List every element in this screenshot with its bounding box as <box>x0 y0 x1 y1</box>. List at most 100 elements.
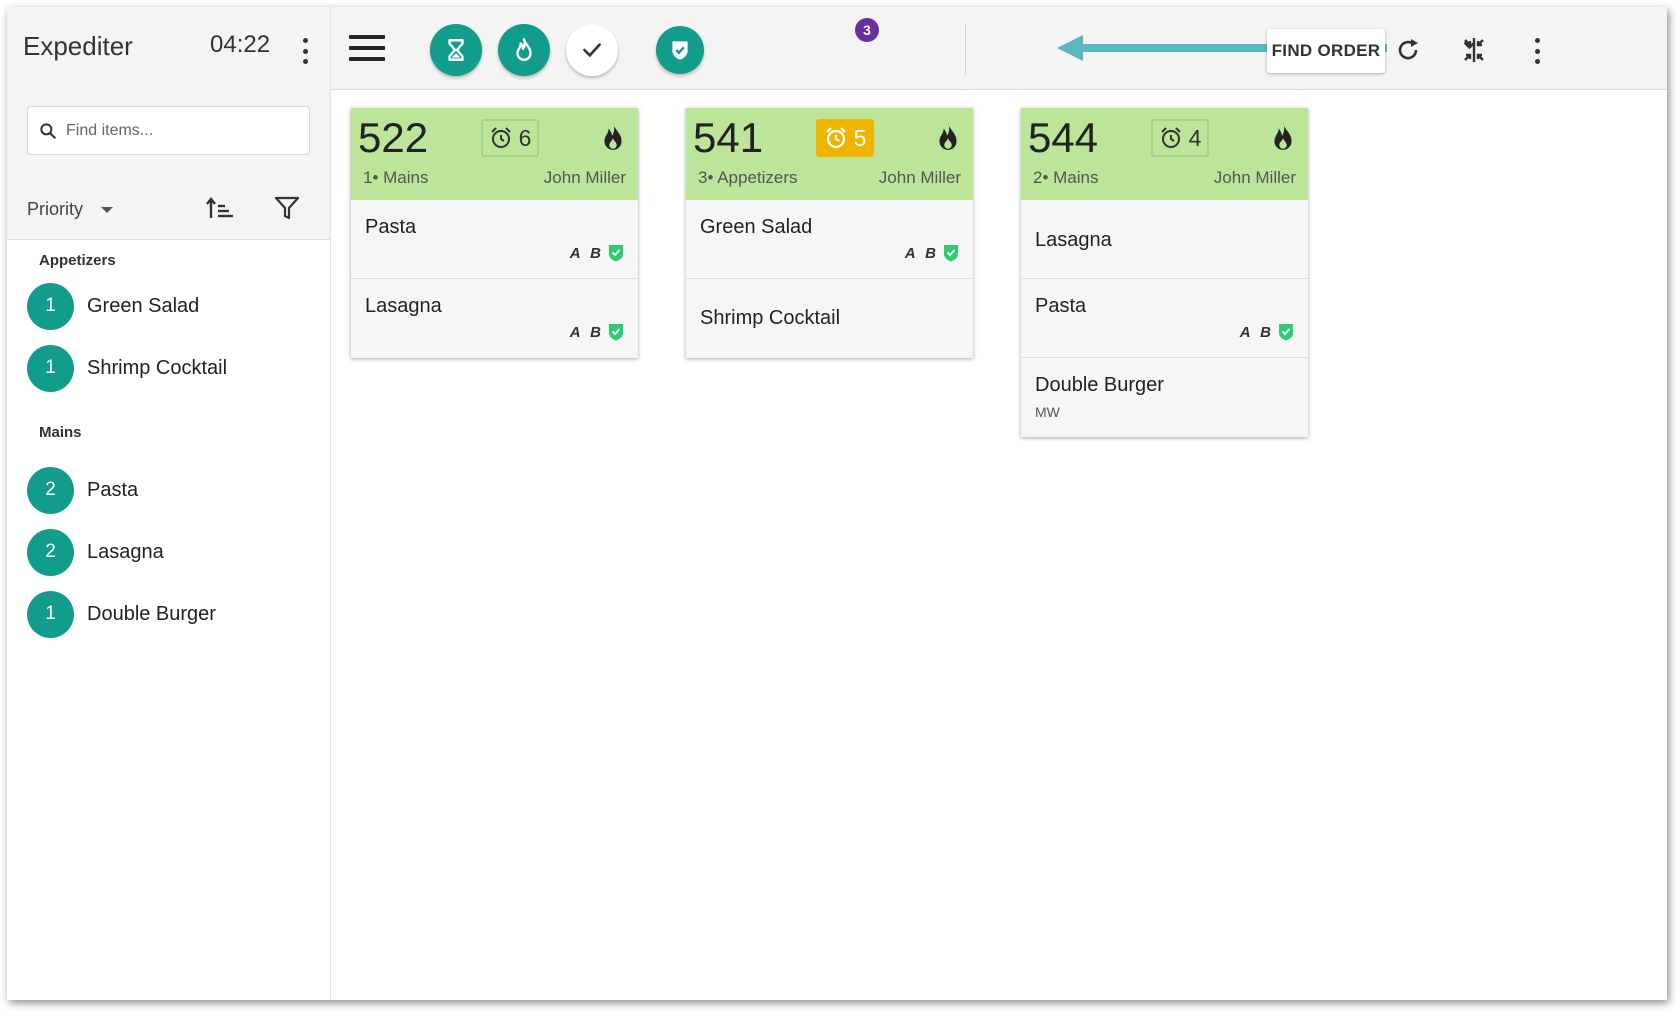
order-course: 3• Appetizers <box>698 168 798 187</box>
line-item-name: Lasagna <box>1035 229 1112 251</box>
app-title: Expediter <box>23 31 133 61</box>
order-card[interactable]: 544 4 2• Mains John Miller Lasagna Pasta… <box>1021 108 1308 437</box>
fired-view-button[interactable] <box>498 24 550 76</box>
list-item[interactable]: 2 Pasta <box>7 459 330 521</box>
order-number: 522 <box>358 114 429 161</box>
refresh-icon[interactable] <box>1395 37 1421 63</box>
collapse-icon[interactable] <box>1461 37 1487 63</box>
line-item-modifier: MW <box>1035 404 1060 420</box>
item-label: Pasta <box>87 478 139 501</box>
search-box[interactable] <box>27 106 310 155</box>
item-count: 1 <box>27 344 74 392</box>
list-item[interactable]: 2 Lasagna <box>7 521 330 583</box>
order-timer: 4 <box>1151 119 1209 157</box>
order-course: 2• Mains <box>1033 168 1099 187</box>
line-item-name: Lasagna <box>365 295 442 317</box>
order-server: John Miller <box>878 168 961 187</box>
order-number: 541 <box>693 114 764 161</box>
search-input[interactable] <box>66 121 296 140</box>
seat-tags: A B <box>569 323 604 341</box>
sort-dropdown[interactable]: Priority <box>27 199 114 220</box>
list-item[interactable]: 1 Green Salad <box>7 275 330 337</box>
sidebar-header: Expediter 04:22 Priority <box>7 7 330 240</box>
chevron-down-icon <box>101 206 114 213</box>
hamburger-menu-icon[interactable] <box>349 35 385 61</box>
timer-value: 6 <box>518 124 532 151</box>
flame-icon <box>1274 123 1292 150</box>
order-line-item[interactable]: Green Salad A B <box>686 200 973 279</box>
line-item-tags: A B <box>570 323 624 341</box>
app-window: Expediter 04:22 Priority <box>7 7 1667 1000</box>
order-number: 544 <box>1028 114 1099 161</box>
order-line-item[interactable]: Shrimp Cocktail <box>686 279 973 358</box>
timer-value: 5 <box>853 124 867 151</box>
item-count: 2 <box>27 466 74 514</box>
filter-icon[interactable] <box>274 195 300 221</box>
line-item-name: Pasta <box>1035 295 1087 317</box>
order-card[interactable]: 522 6 1• Mains John Miller Pasta A B Las… <box>351 108 638 358</box>
line-item-tags: A B <box>905 244 959 262</box>
item-label: Lasagna <box>87 540 164 563</box>
order-card-header[interactable]: 544 4 2• Mains John Miller <box>1021 108 1308 200</box>
checkmark-icon <box>583 43 601 58</box>
list-item[interactable]: 1 Double Burger <box>7 583 330 645</box>
hourglass-icon <box>448 39 464 61</box>
clock: 04:22 <box>210 31 271 58</box>
item-summary-list: Appetizers 1 Green Salad 1 Shrimp Cockta… <box>7 247 330 645</box>
item-label: Green Salad <box>87 294 200 317</box>
shield-check-icon <box>609 245 623 262</box>
alarm-clock-icon <box>490 127 511 148</box>
alarm-clock-icon <box>825 127 846 149</box>
order-line-item[interactable]: Pasta A B <box>351 200 638 279</box>
order-course: 1• Mains <box>363 168 429 187</box>
toolbar-divider <box>965 23 966 75</box>
sidebar-menu-icon[interactable] <box>301 38 309 64</box>
flame-icon <box>939 123 957 150</box>
item-count: 1 <box>27 282 74 330</box>
verified-view-button[interactable] <box>656 26 704 74</box>
toolbar-menu-icon[interactable] <box>1533 38 1541 64</box>
item-count: 2 <box>27 528 74 576</box>
order-line-item[interactable]: Double Burger MW <box>1021 358 1308 437</box>
shield-check-icon <box>1279 324 1293 341</box>
shield-check-icon <box>672 41 688 60</box>
order-line-item[interactable]: Lasagna <box>1021 200 1308 279</box>
order-timer: 5 <box>816 119 874 157</box>
sort-order-icon[interactable] <box>206 197 234 221</box>
line-item-name: Shrimp Cocktail <box>700 307 841 329</box>
seat-tags: A B <box>1239 323 1274 341</box>
line-item-name: Green Salad <box>700 216 813 238</box>
order-card-header[interactable]: 541 5 3• Appetizers John Miller <box>686 108 973 200</box>
shield-check-icon <box>944 245 958 262</box>
sort-label: Priority <box>27 199 84 219</box>
shield-check-icon <box>609 324 623 341</box>
order-line-item[interactable]: Pasta A B <box>1021 279 1308 358</box>
completed-view-button[interactable] <box>566 24 618 76</box>
alarm-clock-icon <box>1160 127 1181 148</box>
order-line-item[interactable]: Lasagna A B <box>351 279 638 358</box>
timer-value: 4 <box>1188 124 1202 151</box>
item-count: 1 <box>27 590 74 638</box>
line-item-name: Double Burger <box>1035 374 1164 396</box>
item-label: Double Burger <box>87 602 216 625</box>
line-item-tags: A B <box>570 244 624 262</box>
order-server: John Miller <box>543 168 626 187</box>
order-card[interactable]: 541 5 3• Appetizers John Miller Green Sa… <box>686 108 973 358</box>
category-title: Appetizers <box>39 252 116 269</box>
flame-icon <box>516 37 532 61</box>
find-order-button[interactable]: FIND ORDER <box>1267 29 1385 73</box>
order-timer: 6 <box>481 119 539 157</box>
list-item[interactable]: 1 Shrimp Cocktail <box>7 337 330 399</box>
seat-tags: A B <box>569 244 604 262</box>
top-toolbar: 3 FIND ORDER <box>331 7 1667 90</box>
search-icon <box>40 122 56 139</box>
fired-count-badge: 3 <box>853 16 881 44</box>
category-title: Mains <box>39 424 82 441</box>
line-item-tags: A B <box>1240 323 1294 341</box>
pending-view-button[interactable] <box>430 24 482 76</box>
line-item-name: Pasta <box>365 216 417 238</box>
order-card-header[interactable]: 522 6 1• Mains John Miller <box>351 108 638 200</box>
seat-tags: A B <box>904 244 939 262</box>
sidebar: Expediter 04:22 Priority <box>7 7 331 1000</box>
order-server: John Miller <box>1213 168 1296 187</box>
